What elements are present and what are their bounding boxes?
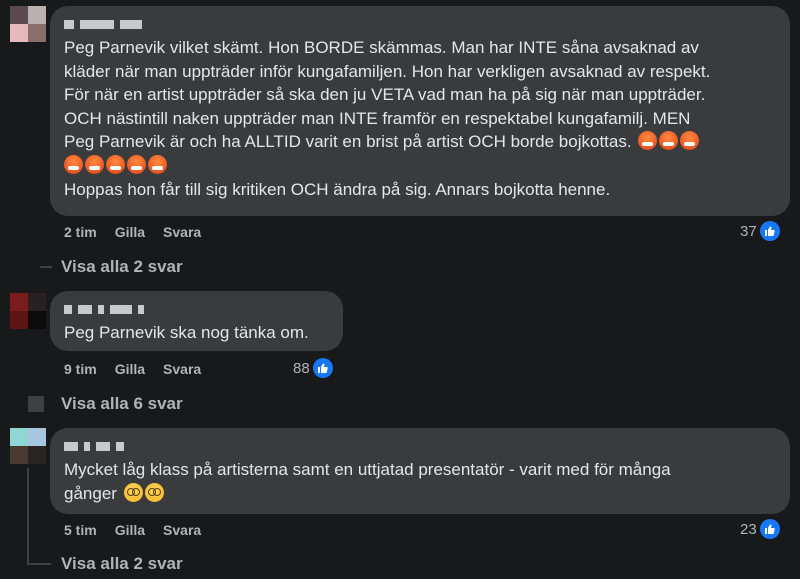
like-button[interactable]: Gilla [115,224,145,240]
thumbs-up-icon [759,519,780,539]
comment-text: Peg Parnevik ska nog tänka om. [64,323,309,342]
angry-face-emoji [127,154,146,174]
angry-face-emoji [638,131,658,151]
view-replies-link[interactable]: Visa alla 6 svar [61,394,183,414]
angry-face-emoji [148,154,167,174]
view-replies-link[interactable]: Visa alla 2 svar [61,554,183,574]
comment-text: Mycket låg klass på artisterna samt en u… [64,460,671,503]
reaction-count[interactable]: 37 [740,221,780,241]
comment-actions: 2 tim Gilla Svara [64,224,219,240]
angry-face-emoji [106,154,125,174]
avatar[interactable] [10,6,46,42]
reply-avatar-placeholder [28,396,44,412]
comment-bubble: Peg Parnevik vilket skämt. Hon BORDE skä… [50,6,790,216]
thread-connector [40,266,52,268]
view-replies-link[interactable]: Visa alla 2 svar [61,257,183,277]
angry-face-emoji [85,154,104,174]
comment-timestamp[interactable]: 5 tim [64,522,97,538]
comment-actions: 9 tim Gilla Svara [64,361,219,377]
thumbs-up-icon [312,358,333,378]
dizzy-face-emoji [123,482,143,502]
reply-button[interactable]: Svara [163,361,201,377]
comment-actions: 5 tim Gilla Svara [64,522,219,538]
comment-bubble: Peg Parnevik ska nog tänka om. [50,291,343,351]
like-button[interactable]: Gilla [115,361,145,377]
angry-face-emoji [64,154,83,174]
comment-timestamp[interactable]: 9 tim [64,361,97,377]
like-button[interactable]: Gilla [115,522,145,538]
avatar[interactable] [10,293,46,329]
like-count: 37 [740,222,757,240]
thread-connector [27,563,51,565]
comment-timestamp[interactable]: 2 tim [64,224,97,240]
comment-author-name[interactable] [64,301,329,317]
avatar[interactable] [10,428,46,464]
reply-button[interactable]: Svara [163,522,201,538]
reaction-count[interactable]: 88 [293,358,333,378]
dizzy-face-emoji [144,482,164,502]
like-count: 88 [293,359,310,377]
comment-author-name[interactable] [64,438,776,454]
like-count: 23 [740,520,757,538]
reply-button[interactable]: Svara [163,224,201,240]
comment-author-name[interactable] [64,16,776,32]
reaction-count[interactable]: 23 [740,519,780,539]
angry-face-emoji [659,131,679,151]
comment-text: Peg Parnevik vilket skämt. Hon BORDE skä… [64,38,711,199]
angry-face-emoji [680,131,700,151]
comment-bubble: Mycket låg klass på artisterna samt en u… [50,428,790,514]
thumbs-up-icon [759,221,780,241]
thread-connector [27,468,29,564]
